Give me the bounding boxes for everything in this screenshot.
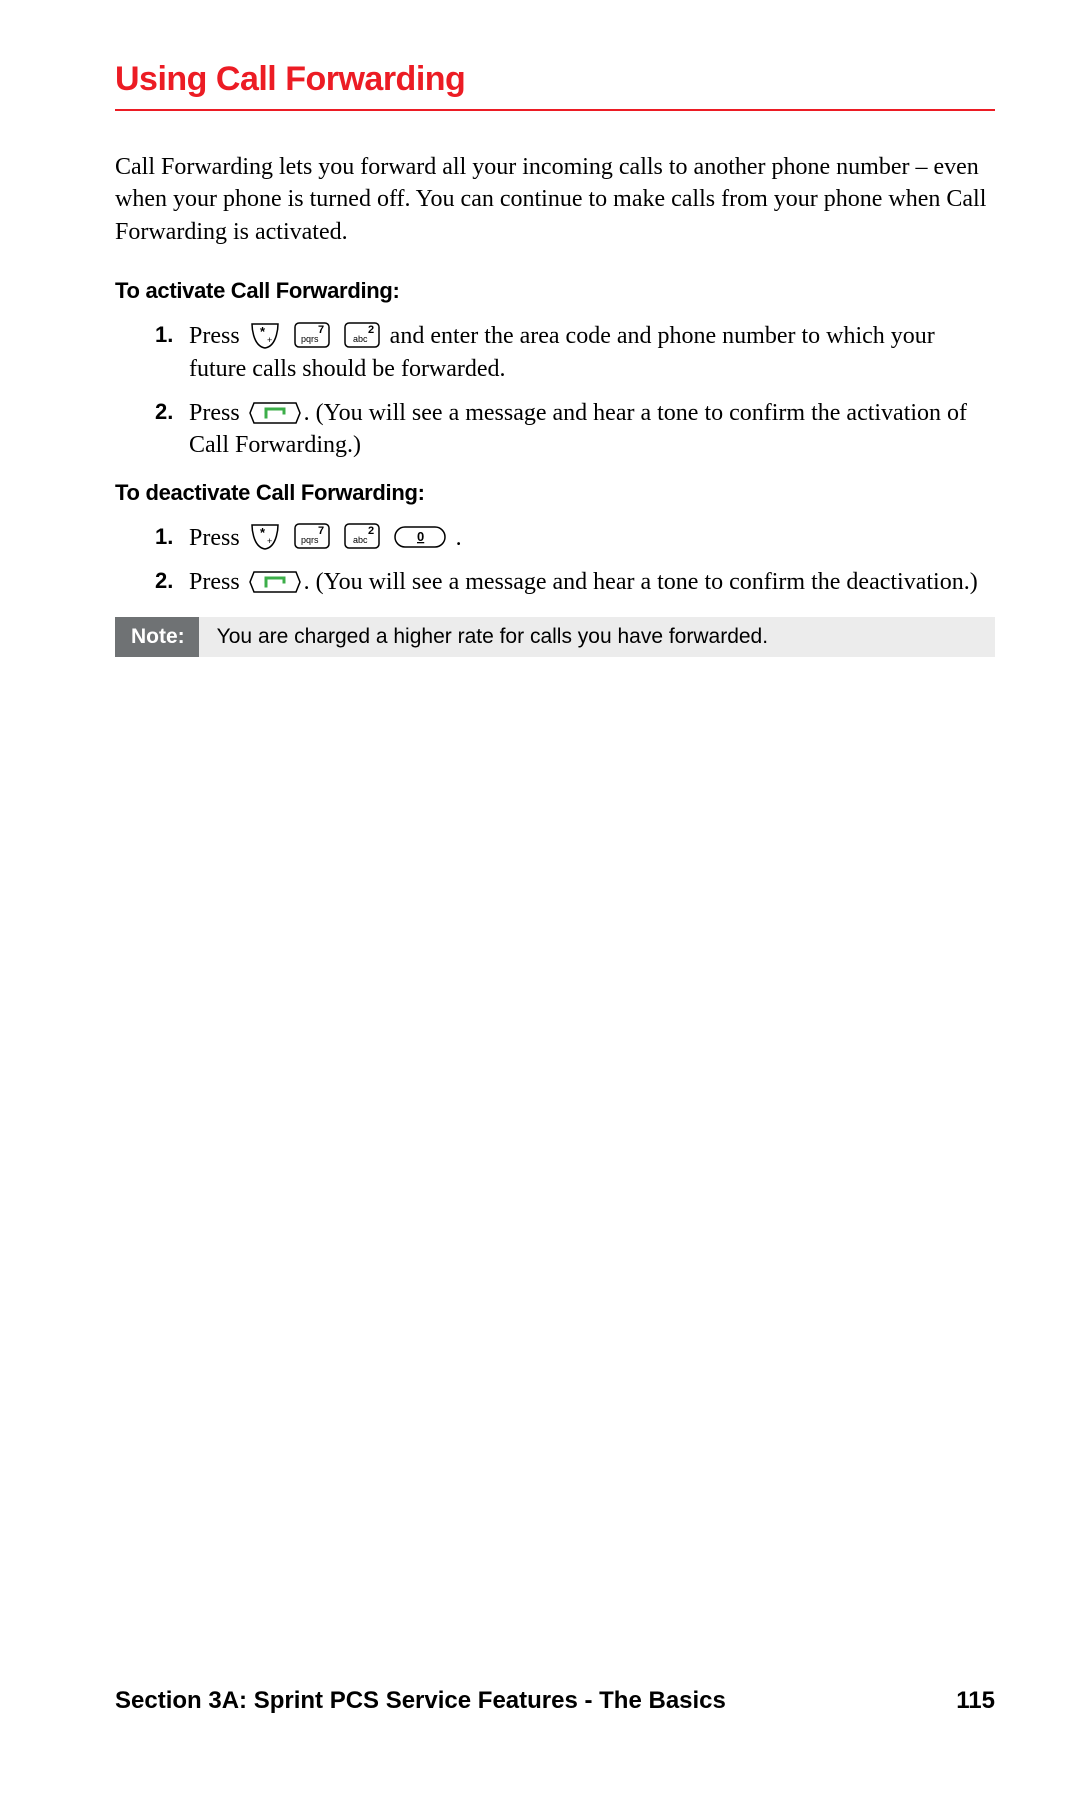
note-box: Note: You are charged a higher rate for … (115, 617, 995, 657)
svg-text:2: 2 (368, 525, 374, 537)
svg-text:+: + (267, 536, 272, 546)
key-2-icon: 2 abc (342, 522, 382, 552)
step-text-post: . (You will see a message and hear a ton… (304, 569, 978, 595)
step-text-pre: Press (189, 525, 246, 551)
key-star-icon: * + (248, 322, 282, 350)
key-talk-icon (248, 568, 302, 596)
page-footer: Section 3A: Sprint PCS Service Features … (115, 1687, 995, 1715)
step-number: 1. (155, 522, 173, 552)
deactivate-steps: 1. Press * + 7 pqrs 2 abc (115, 522, 995, 599)
key-7-icon: 7 pqrs (292, 522, 332, 552)
svg-text:abc: abc (353, 535, 368, 545)
key-0-icon: 0 (392, 524, 448, 550)
svg-text:7: 7 (318, 324, 324, 336)
deactivate-heading: To deactivate Call Forwarding: (115, 480, 995, 506)
key-star-icon: * + (248, 523, 282, 551)
step-text-post: . (456, 525, 462, 551)
step-text-pre: Press (189, 569, 246, 595)
step-text-pre: Press (189, 400, 246, 426)
step-number: 2. (155, 397, 173, 427)
activate-heading: To activate Call Forwarding: (115, 278, 995, 304)
page-title: Using Call Forwarding (115, 60, 995, 99)
step-text-post: . (You will see a message and hear a ton… (189, 400, 967, 458)
svg-text:7: 7 (318, 525, 324, 537)
key-2-icon: 2 abc (342, 321, 382, 351)
svg-text:pqrs: pqrs (301, 334, 319, 344)
list-item: 2. Press . (You will see a message and h… (155, 397, 995, 462)
note-text: You are charged a higher rate for calls … (199, 617, 995, 657)
list-item: 1. Press * + 7 pqrs 2 abc and enter the … (155, 320, 995, 385)
svg-text:*: * (260, 324, 266, 339)
svg-text:*: * (260, 525, 266, 540)
note-label: Note: (115, 617, 199, 657)
step-number: 2. (155, 566, 173, 596)
activate-steps: 1. Press * + 7 pqrs 2 abc and enter the … (115, 320, 995, 462)
footer-page-number: 115 (956, 1687, 995, 1715)
key-talk-icon (248, 399, 302, 427)
key-7-icon: 7 pqrs (292, 321, 332, 351)
svg-text:pqrs: pqrs (301, 535, 319, 545)
title-rule (115, 109, 995, 111)
list-item: 1. Press * + 7 pqrs 2 abc (155, 522, 995, 554)
svg-text:+: + (267, 335, 272, 345)
step-text-pre: Press (189, 323, 246, 349)
footer-section: Section 3A: Sprint PCS Service Features … (115, 1687, 726, 1715)
svg-text:abc: abc (353, 334, 368, 344)
svg-text:0: 0 (417, 529, 424, 544)
list-item: 2. Press . (You will see a message and h… (155, 566, 995, 598)
svg-text:2: 2 (368, 324, 374, 336)
step-number: 1. (155, 320, 173, 350)
intro-paragraph: Call Forwarding lets you forward all you… (115, 151, 995, 248)
